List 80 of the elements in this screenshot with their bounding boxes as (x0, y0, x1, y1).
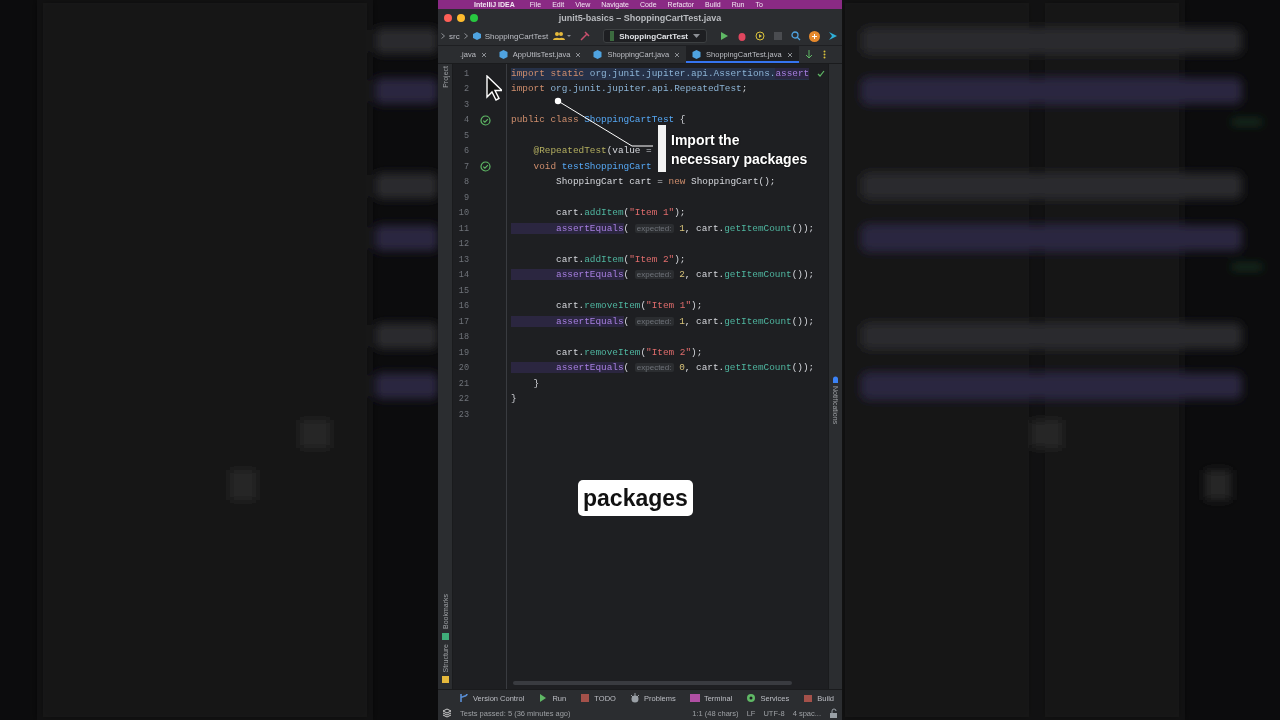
line-number: 9 (462, 192, 469, 203)
code-line: cart.addItem("Item 1"); (555, 207, 686, 220)
class-icon (471, 31, 482, 41)
line-number: 18 (457, 332, 469, 343)
line-number: 23 (457, 409, 469, 420)
code-line: import org.junit.jupiter.api.RepeatedTest; (511, 83, 748, 96)
chevron-icon (462, 32, 469, 40)
close-icon[interactable] (674, 51, 681, 58)
bell-icon[interactable] (832, 376, 839, 384)
code-line: assertEquals( expected: 0, cart.getItemCount()); (511, 362, 815, 375)
more-icon[interactable] (822, 50, 826, 59)
code-line: @RepeatedTest(value = (532, 145, 653, 158)
class-icon (593, 50, 603, 59)
close-icon[interactable] (786, 51, 793, 58)
code-line: cart.removeItem("Item 2"); (555, 346, 703, 359)
code-line: cart.removeItem("Item 1"); (555, 300, 703, 313)
breadcrumb-item[interactable]: src (449, 31, 460, 41)
test-passed-icon[interactable] (479, 114, 491, 126)
line-number: 1 (462, 68, 469, 79)
code-line: ShoppingCart cart = new ShoppingCart(); (555, 176, 776, 189)
annotation-text: Import the necessary packages (671, 131, 808, 169)
bookmark-icon (441, 632, 449, 640)
code-line: } (532, 377, 540, 390)
download-icon[interactable] (804, 50, 813, 59)
line-number: 2 (462, 84, 469, 95)
line-number: 10 (457, 208, 469, 219)
code-line: } (511, 393, 517, 406)
search-icon[interactable] (791, 31, 801, 41)
marker-bar (658, 125, 666, 172)
hammer-icon[interactable] (579, 30, 592, 42)
line-number: 17 (457, 316, 469, 327)
close-button[interactable] (444, 14, 452, 22)
line-number: 16 (457, 301, 469, 312)
line-number: 20 (457, 363, 469, 374)
chevron-icon (440, 32, 446, 40)
close-icon[interactable] (575, 51, 582, 58)
class-icon (498, 50, 508, 59)
square-icon (579, 692, 592, 704)
run-configuration-dropdown[interactable]: ShoppingCartTest (603, 29, 707, 43)
line-number: 8 (462, 177, 469, 188)
code-line: assertEquals( expected: 1, cart.getItemCount()); (511, 315, 815, 328)
line-number: 21 (457, 378, 469, 389)
code-line: assertEquals( expected: 1, cart.getItemCount()); (511, 222, 815, 235)
minimize-button[interactable] (457, 14, 465, 22)
test-passed-icon[interactable] (479, 161, 491, 173)
coverage-icon[interactable] (755, 31, 765, 41)
zoom-button[interactable] (470, 14, 478, 22)
line-number: 3 (462, 99, 469, 110)
line-number: 12 (457, 239, 469, 250)
run-icon[interactable] (719, 31, 729, 41)
box-icon (802, 692, 815, 704)
line-number: 14 (457, 270, 469, 281)
line-number: 5 (462, 130, 469, 141)
terminal-icon (688, 692, 701, 704)
line-number: 13 (457, 254, 469, 265)
line-number: 6 (462, 146, 469, 157)
line-number: 7 (462, 161, 469, 172)
line-number: 15 (457, 285, 469, 296)
code-line: cart.addItem("Item 2"); (555, 253, 686, 266)
lock-icon[interactable] (829, 708, 838, 718)
line-number: 19 (457, 347, 469, 358)
layers-icon[interactable] (442, 708, 452, 718)
check-icon (817, 70, 825, 78)
window-title: junit5-basics – ShoppingCartTest.java (558, 13, 722, 23)
arrow-icon[interactable] (828, 31, 838, 41)
structure-icon (441, 676, 449, 683)
line-number: 22 (457, 394, 469, 405)
line-number: 11 (457, 223, 469, 234)
close-icon[interactable] (480, 51, 487, 58)
code-line: void testShoppingCart (532, 160, 652, 173)
caret-icon (693, 33, 700, 39)
plus-icon[interactable] (809, 30, 820, 42)
caption: packages (578, 480, 693, 516)
breadcrumb-item[interactable]: ShoppingCartTest (484, 31, 549, 41)
pointer-icon (486, 75, 502, 101)
class-icon (692, 50, 702, 59)
line-number: 4 (462, 115, 469, 126)
branch-icon (458, 692, 470, 704)
code-line: assertEquals( expected: 2, cart.getItemCount()); (511, 269, 815, 282)
people-icon[interactable] (553, 31, 572, 41)
